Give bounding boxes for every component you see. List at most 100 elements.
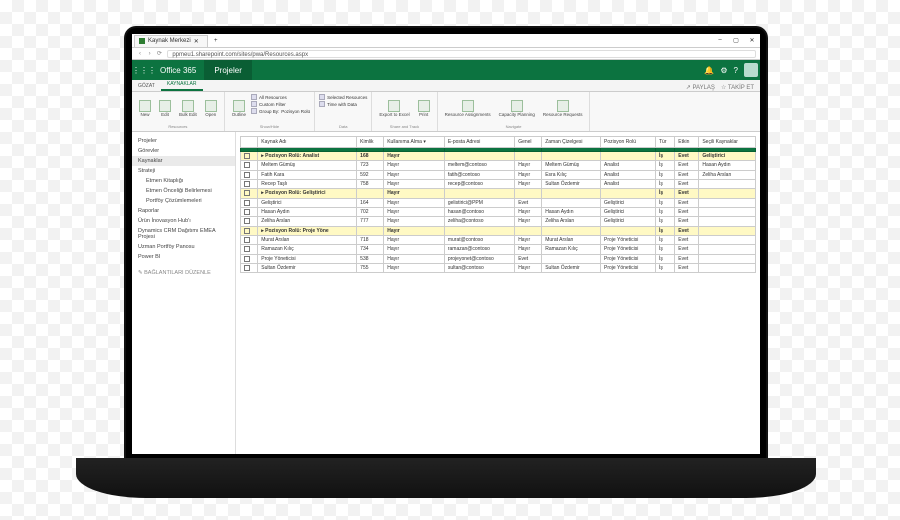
share-button[interactable]: ↗ PAYLAŞ (686, 84, 715, 91)
column-header[interactable]: E-posta Adresi (444, 137, 514, 148)
assignments-icon (462, 100, 474, 112)
bulk-edit-button[interactable]: Bulk Edit (176, 94, 200, 123)
open-button[interactable]: Open (202, 94, 220, 123)
table-row[interactable]: Murat Arslan718Hayırmurat@contosoHayırMu… (241, 235, 756, 244)
table-row[interactable]: Proje Yöneticisi538Hayırprojeyonet@conto… (241, 254, 756, 263)
view-dropdown[interactable]: All Resources (251, 94, 310, 100)
settings-icon[interactable]: ⚙ (720, 66, 727, 75)
group-label: Resources (136, 123, 220, 129)
sidebar-item[interactable]: Kaynaklar (132, 156, 235, 166)
requests-icon (557, 100, 569, 112)
sidebar-item[interactable]: Portföy Çözümlemeleri (132, 196, 235, 206)
edit-button[interactable]: Edit (156, 94, 174, 123)
notifications-icon[interactable]: 🔔 (704, 66, 714, 75)
groupby-dropdown[interactable]: Group By: Pozisyon Rolü (251, 108, 310, 114)
sidebar-item[interactable]: Strateji (132, 166, 235, 176)
capacity-planning-button[interactable]: Capacity Planning (496, 94, 538, 123)
new-icon (139, 100, 151, 112)
ribbon-tab-browse[interactable]: GÖZAT (132, 81, 161, 91)
column-header[interactable] (241, 137, 258, 148)
sidebar-item[interactable]: Projeler (132, 136, 235, 146)
window-maximize-button[interactable]: ▢ (728, 37, 744, 44)
column-header[interactable]: Seçili Kaynaklar (699, 137, 756, 148)
nav-reload-icon[interactable]: ⟳ (155, 50, 163, 57)
column-header[interactable]: Zaman Çizelgesi (542, 137, 601, 148)
sidebar-item[interactable]: Etmen Önceliği Belirlemesi (132, 186, 235, 196)
new-tab-button[interactable]: + (212, 38, 220, 44)
nav-back-icon[interactable]: ‹ (136, 51, 144, 57)
table-row[interactable]: Zeliha Arslan777Hayırzeliha@contosoHayır… (241, 217, 756, 226)
column-header[interactable]: Tür (655, 137, 674, 148)
suite-brand[interactable]: Office 365 (152, 66, 204, 75)
new-button[interactable]: New (136, 94, 154, 123)
app-title[interactable]: Projeler (204, 60, 252, 80)
table-row[interactable]: Geliştirici164Hayırgelistirici@PPMEvetGe… (241, 198, 756, 207)
selected-resources[interactable]: Selected Resources (319, 94, 367, 100)
column-header[interactable]: Etkin (675, 137, 699, 148)
sidebar-item[interactable]: Görevler (132, 146, 235, 156)
ribbon-group-show: Outline All Resources Custom Filter Grou… (225, 92, 315, 131)
screen: Kaynak Merkezi ✕ + – ▢ ✕ ‹ › ⟳ ppmeu1.sh… (132, 34, 760, 454)
column-header[interactable]: Kaynak Adı (258, 137, 357, 148)
sidebar-item[interactable]: Raporlar (132, 206, 235, 216)
table-row[interactable]: Sultan Özdemir755Hayırsultan@contosoHayı… (241, 263, 756, 272)
browser-tab[interactable]: Kaynak Merkezi ✕ (134, 35, 208, 47)
filter-dropdown[interactable]: Custom Filter (251, 101, 310, 107)
avatar[interactable] (744, 63, 758, 77)
resource-requests-button[interactable]: Resource Requests (540, 94, 586, 123)
row-checkbox[interactable] (244, 153, 250, 159)
ribbon: New Edit Bulk Edit Open Resources Outlin… (132, 92, 760, 132)
table-row[interactable]: Hasan Aydın702Hayırhasan@contosoHayırHas… (241, 207, 756, 216)
row-checkbox[interactable] (244, 181, 250, 187)
table-row[interactable]: Fatih Kara592Hayırfatih@contosoHayırEsra… (241, 170, 756, 179)
ribbon-group-resources: New Edit Bulk Edit Open Resources (132, 92, 225, 131)
column-header[interactable]: Kimlik (357, 137, 384, 148)
group-row[interactable]: ▸ Pozisyon Rolü: Analist168HayırİşEvetGe… (241, 152, 756, 161)
time-with-data[interactable]: Time with Data (319, 101, 367, 107)
app-launcher-icon[interactable]: ⋮⋮⋮ (132, 66, 152, 75)
row-checkbox[interactable] (244, 237, 250, 243)
outline-button[interactable]: Outline (229, 94, 249, 123)
tab-close-icon[interactable]: ✕ (194, 38, 199, 45)
row-checkbox[interactable] (244, 256, 250, 262)
row-checkbox[interactable] (244, 228, 250, 234)
sidebar-item[interactable]: Power BI (132, 252, 235, 262)
row-checkbox[interactable] (244, 265, 250, 271)
help-icon[interactable]: ? (734, 66, 738, 75)
table-row[interactable]: Ramazan Kılıç734Hayırramazan@contosoHayı… (241, 245, 756, 254)
window-minimize-button[interactable]: – (712, 37, 728, 44)
row-checkbox[interactable] (244, 162, 250, 168)
column-header[interactable]: Kullanıma Alma ▾ (384, 137, 445, 148)
ribbon-tabs: GÖZAT KAYNAKLAR ↗ PAYLAŞ ☆ TAKİP ET (132, 80, 760, 92)
print-button[interactable]: Print (415, 94, 433, 123)
ribbon-tab-resources[interactable]: KAYNAKLAR (161, 79, 203, 91)
edit-links-button[interactable]: ✎ BAĞLANTILARI DÜZENLE (132, 268, 235, 278)
suite-bar: ⋮⋮⋮ Office 365 Projeler 🔔 ⚙ ? (132, 60, 760, 80)
row-checkbox[interactable] (244, 246, 250, 252)
group-row[interactable]: ▸ Pozisyon Rolü: GeliştiriciHayırİşEvet (241, 189, 756, 198)
table-row[interactable]: Meltem Gümüş723Hayırmeltem@contosoHayırM… (241, 161, 756, 170)
follow-button[interactable]: ☆ TAKİP ET (721, 84, 754, 91)
row-checkbox[interactable] (244, 218, 250, 224)
custom-filter-icon (251, 101, 257, 107)
row-checkbox[interactable] (244, 209, 250, 215)
resource-grid[interactable]: Kaynak AdıKimlikKullanıma Alma ▾E-posta … (240, 136, 756, 273)
export-excel-button[interactable]: Export to Excel (376, 94, 412, 123)
row-checkbox[interactable] (244, 172, 250, 178)
group-row[interactable]: ▸ Pozisyon Rolü: Proje YöneHayırİşEvet (241, 226, 756, 235)
sidebar-item[interactable]: Uzman Portföy Panosu (132, 242, 235, 252)
column-header[interactable]: Pozisyon Rolü (601, 137, 656, 148)
excel-icon (388, 100, 400, 112)
sidebar-item[interactable]: Dynamics CRM Dağıtımı EMEA Projesi (132, 226, 235, 242)
row-checkbox[interactable] (244, 190, 250, 196)
nav-forward-icon[interactable]: › (146, 51, 154, 57)
table-row[interactable]: Recep Taşlı758Hayırrecep@contosoHayırSul… (241, 179, 756, 188)
address-bar[interactable]: ppmeu1.sharepoint.com/sites/pwa/Resource… (167, 50, 756, 58)
row-checkbox[interactable] (244, 200, 250, 206)
resource-assignments-button[interactable]: Resource Assignments (442, 94, 494, 123)
sidebar-item[interactable]: Ürün İnovasyon Hub'ı (132, 216, 235, 226)
sidebar-item[interactable]: Etmen Kitaplığı (132, 176, 235, 186)
window-close-button[interactable]: ✕ (744, 37, 760, 44)
column-header[interactable]: Genel (515, 137, 542, 148)
sidebar: ProjelerGörevlerKaynaklarStratejiEtmen K… (132, 132, 236, 454)
